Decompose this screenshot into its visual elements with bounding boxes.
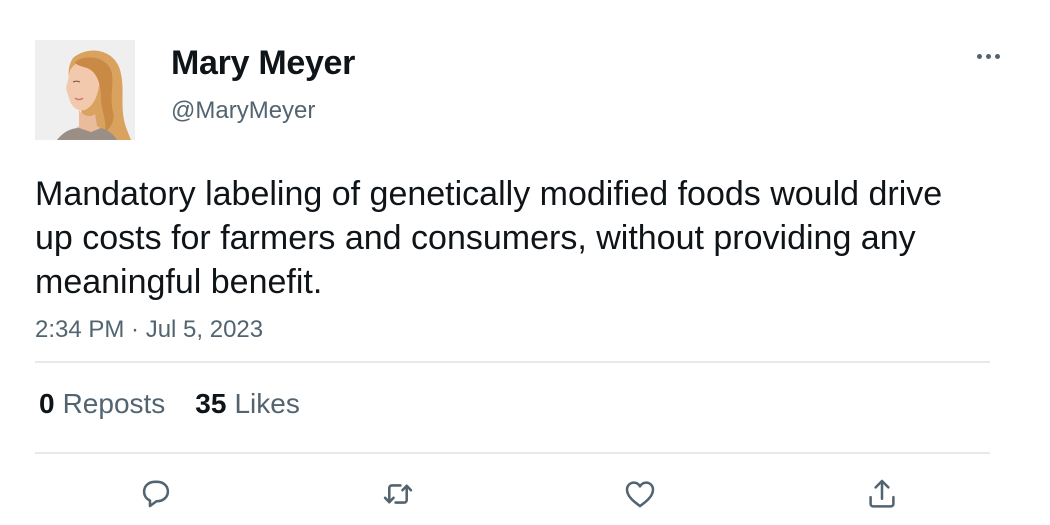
divider [35,361,990,363]
heart-icon [625,481,655,508]
reply-button[interactable] [134,472,178,516]
likes-count: 35 [195,388,227,419]
more-dot-icon [976,53,982,59]
likes-label: Likes [234,388,300,419]
share-upload-icon [869,479,895,508]
reposts-label: Reposts [62,388,166,419]
engagement-stats: 0 Reposts 35 Likes [39,386,300,422]
tweet-text: Mandatory labeling of genetically modifi… [35,175,943,301]
reposts-stat[interactable]: 0 Reposts [39,386,165,422]
avatar[interactable] [35,40,135,140]
tweet-timestamp[interactable]: 2:34 PM · Jul 5, 2023 [35,314,263,346]
divider [35,452,990,454]
like-button[interactable] [618,472,662,516]
likes-stat[interactable]: 35 Likes [195,386,300,422]
more-options-button[interactable] [968,40,1008,72]
more-dot-icon [985,53,991,59]
profile-photo [35,40,135,140]
author-handle[interactable]: @MaryMeyer [171,96,315,126]
share-button[interactable] [860,472,904,516]
speech-bubble-icon [142,480,170,508]
repost-arrows-icon [383,484,413,504]
author-display-name[interactable]: Mary Meyer [171,43,355,83]
repost-button[interactable] [376,472,420,516]
reposts-count: 0 [39,388,55,419]
more-dot-icon [994,53,1000,59]
